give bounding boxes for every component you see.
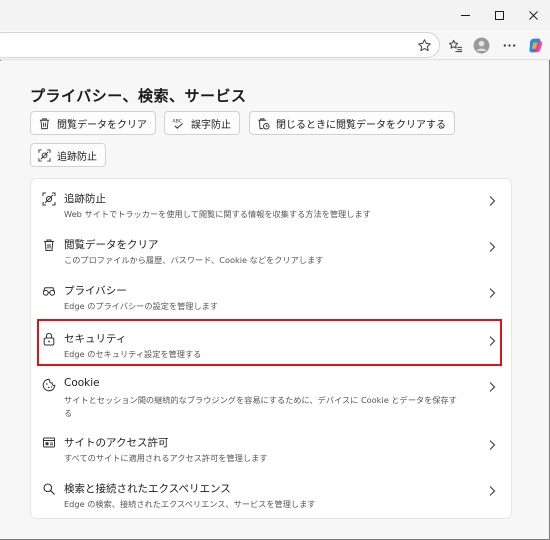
setting-description-continued: る — [64, 408, 73, 418]
tracking-icon — [38, 148, 51, 162]
setting-security[interactable]: セキュリティ Edge のセキュリティ設定を管理する — [31, 319, 511, 365]
copilot-button[interactable] — [525, 35, 545, 55]
close-button[interactable] — [516, 0, 550, 30]
minimize-button[interactable] — [448, 0, 482, 30]
setting-clear-browsing-data[interactable]: 閲覧データをクリア このプロファイルから履歴、パスワード、Cookie などをク… — [31, 225, 511, 271]
minimize-icon — [460, 14, 470, 16]
chevron-right-icon — [487, 482, 497, 496]
setting-description: すべてのサイトに適用されるアクセス許可を管理します — [64, 453, 268, 463]
svg-text:ABC: ABC — [172, 118, 182, 124]
setting-search-connected-experiences[interactable]: 検索と接続されたエクスペリエンス Edge の検索、接続されたエクスペリエンス、… — [31, 469, 511, 515]
setting-description: Web サイトでトラッカーを使用して閲覧に関する情報を収集する方法を管理します — [64, 209, 371, 219]
star-icon — [417, 38, 431, 51]
setting-title: サイトのアクセス許可 — [64, 437, 169, 449]
search-icon — [42, 481, 56, 495]
setting-title: Cookie — [64, 377, 100, 389]
chip-label: 追跡防止 — [57, 151, 97, 163]
clear-browsing-data-chip[interactable]: 閲覧データをクリア — [30, 111, 156, 135]
setting-title: プライバシー — [64, 285, 127, 297]
favorites-button[interactable] — [445, 35, 465, 55]
address-bar[interactable] — [0, 32, 440, 58]
settings-content: プライバシー、検索、サービス 閲覧データをクリア ABC 誤字防止 閉じるときに… — [0, 61, 548, 539]
chevron-right-icon — [487, 436, 497, 450]
setting-title: 追跡防止 — [64, 193, 106, 205]
chip-label: 閉じるときに閲覧データをクリアする — [276, 119, 446, 131]
setting-description: サイトとセッション間の継続的なブラウジングを容易にするために、デバイスに Coo… — [64, 395, 457, 405]
chip-label: 誤字防止 — [191, 119, 231, 131]
copilot-icon — [528, 38, 542, 52]
more-icon — [503, 43, 515, 47]
typo-protection-chip[interactable]: ABC 誤字防止 — [164, 111, 240, 135]
chevron-right-icon — [487, 378, 497, 392]
setting-description: Edge のプライバシーの設定を管理します — [64, 301, 219, 311]
cookie-icon — [42, 377, 56, 392]
setting-title: 閲覧データをクリア — [64, 239, 159, 251]
setting-description: Edge のセキュリティ設定を管理する — [64, 349, 202, 359]
setting-site-permissions[interactable]: サイトのアクセス許可 すべてのサイトに適用されるアクセス許可を管理します — [31, 423, 511, 469]
chevron-right-icon — [487, 284, 497, 298]
setting-privacy[interactable]: プライバシー Edge のプライバシーの設定を管理します — [31, 271, 511, 317]
setting-tracking-prevention[interactable]: 追跡防止 Web サイトでトラッカーを使用して閲覧に関する情報を収集する方法を管… — [31, 179, 511, 225]
chevron-right-icon — [487, 332, 497, 346]
more-button[interactable] — [499, 35, 519, 55]
tracking-prevention-chip[interactable]: 追跡防止 — [30, 143, 106, 167]
trash-clock-icon — [258, 117, 270, 130]
chevron-right-icon — [487, 192, 497, 206]
setting-title: 検索と接続されたエクスペリエンス — [64, 483, 231, 495]
trash-icon — [39, 117, 50, 129]
favorite-star-button[interactable] — [414, 35, 434, 55]
chip-label: 閲覧データをクリア — [57, 119, 147, 131]
tracking-icon — [42, 191, 56, 206]
close-icon — [528, 10, 538, 20]
site-permissions-icon — [42, 435, 56, 449]
lock-icon — [42, 331, 56, 346]
chevron-right-icon — [487, 238, 497, 252]
glasses-icon — [42, 283, 56, 297]
profile-avatar-icon — [473, 37, 489, 53]
page-title: プライバシー、検索、サービス — [30, 87, 247, 105]
setting-description: このプロファイルから履歴、パスワード、Cookie などをクリアします — [64, 255, 324, 265]
maximize-icon — [494, 10, 504, 20]
browser-toolbar — [0, 30, 550, 60]
favorites-icon — [448, 39, 462, 52]
clear-on-close-chip[interactable]: 閉じるときに閲覧データをクリアする — [249, 111, 455, 135]
setting-description: Edge の検索、接続されたエクスペリエンス、サービスを管理します — [64, 499, 316, 509]
profile-button[interactable] — [471, 35, 491, 55]
setting-title: セキュリティ — [64, 333, 127, 345]
settings-card: 追跡防止 Web サイトでトラッカーを使用して閲覧に関する情報を収集する方法を管… — [30, 178, 512, 519]
spellcheck-icon: ABC — [172, 118, 184, 129]
maximize-button[interactable] — [482, 0, 516, 30]
title-bar — [0, 0, 550, 30]
setting-cookie[interactable]: Cookie サイトとセッション間の継続的なブラウジングを容易にするために、デバ… — [31, 365, 511, 421]
trash-icon — [42, 237, 56, 251]
